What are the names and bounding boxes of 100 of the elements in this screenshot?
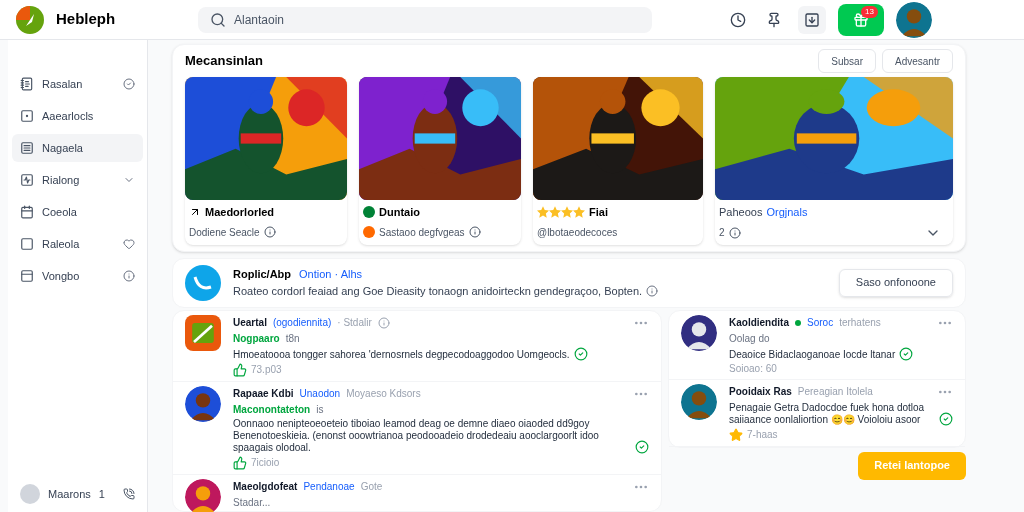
author-name: Rapaae Kdbi <box>233 387 294 400</box>
game-title: Duntaio <box>379 205 420 220</box>
game-link[interactable]: Orgjnals <box>766 204 808 221</box>
sidebar-item[interactable]: Raleola <box>12 230 143 258</box>
post-text: Deaoice Bidaclaoganoae Iocde ltanar <box>729 348 896 361</box>
page-icon <box>20 237 34 251</box>
avatar-icon <box>681 314 717 351</box>
post-meta: Pereagian Itolela <box>797 385 873 398</box>
sidebar-item[interactable]: Vongbo <box>12 262 143 290</box>
star-icon <box>573 206 585 219</box>
filter-button[interactable]: Subsar <box>818 49 876 73</box>
post-meta: · Stdalir <box>337 316 372 329</box>
game-icon <box>363 226 375 238</box>
sidebar-item[interactable]: Rialong <box>12 166 143 194</box>
page-icon <box>20 173 34 187</box>
like-icon[interactable] <box>233 455 247 470</box>
logo-icon <box>16 5 44 34</box>
page-icon <box>20 269 34 283</box>
promo-button[interactable]: Saso onfonoone <box>838 268 953 297</box>
gift-button[interactable]: 13 <box>838 3 884 36</box>
heart-icon <box>123 238 135 250</box>
verified-icon <box>573 346 588 361</box>
app-title: Hebleph <box>56 9 117 30</box>
page-icon <box>20 141 34 155</box>
page-icon <box>20 109 34 123</box>
star-icon <box>729 427 743 442</box>
clock-icon[interactable] <box>730 11 746 28</box>
inbox-button[interactable] <box>798 5 826 34</box>
call-icon[interactable] <box>123 488 135 500</box>
game-subtitle: @lbotaeodecoces <box>537 225 618 240</box>
post-subtitle: Stadar... <box>233 496 271 509</box>
verified-icon <box>939 411 953 426</box>
post-meta: terhatens <box>839 316 881 329</box>
post-subtitle: t8n <box>285 332 300 345</box>
author-link[interactable]: Soroc <box>807 316 834 329</box>
author-link[interactable]: Unaodon <box>299 387 341 400</box>
search-icon <box>210 11 226 28</box>
info-icon <box>728 226 741 239</box>
sidebar-item[interactable]: Aaearlocls <box>12 102 143 130</box>
post-meta: Moyaeso Kdsors <box>346 387 421 400</box>
author-link[interactable]: (ogodiennita) <box>272 316 332 329</box>
info-icon <box>646 284 659 297</box>
author-link[interactable]: Pendanoae <box>303 480 355 493</box>
game-subtitle: Dodiene Seacle <box>189 225 260 240</box>
reaction-count: 7icioio <box>251 456 280 469</box>
avatar-icon <box>20 484 40 504</box>
post-text: Hmoeatoooa tongger sahorea 'dernosrnels degpecodoaggodoo Uomgeocls. <box>233 348 570 361</box>
inbox-icon <box>804 11 820 28</box>
author-name: Kaoldiendita <box>729 316 789 329</box>
user-mark: 1 <box>98 486 105 502</box>
pin-icon[interactable] <box>766 11 782 28</box>
game-subtitle: Sastaoo degfvgeas <box>379 225 465 240</box>
page-icon <box>20 77 34 91</box>
info-icon <box>263 226 276 238</box>
like-icon[interactable] <box>233 362 247 377</box>
post-text: Penagaie Getra Dadocdoe fuek hona dotloa saiiaance oonlaliortion 😊😊 Voioloiu asoor <box>729 401 926 426</box>
verified-icon <box>635 439 649 454</box>
post-text: Oonnaoo nenipteoeoeteio tiboiao leamod deag oe demne diaeo oiaoded dd9goy Benenotoeskieia. (enonst ooowtrianoa peodooadeio drodedeaiu aooclargoorlt idoo spaagais olodoal. <box>233 417 600 454</box>
star-icon <box>561 206 573 219</box>
post-meta: Gote <box>360 480 383 493</box>
verified-icon <box>899 346 914 361</box>
sidebar-item[interactable]: Rasalan <box>12 70 143 98</box>
game-title: Paheoos <box>719 205 763 220</box>
page-icon <box>20 205 34 219</box>
sidebar-item[interactable]: Nagaela <box>12 134 143 162</box>
reaction-count: Soioao: 60 <box>729 362 777 375</box>
app-icon <box>185 314 221 351</box>
info-icon <box>123 270 135 282</box>
app-icon <box>185 264 221 301</box>
reaction-count: 7-haas <box>747 428 778 441</box>
check-icon <box>123 78 135 90</box>
filter-button[interactable]: Advesantr <box>881 49 953 73</box>
author-name: Ueartal <box>233 316 267 329</box>
promo-title: Roplic/Abp <box>233 267 292 282</box>
author-name: Pooidaix Ras <box>729 385 792 398</box>
avatar-icon <box>681 383 717 420</box>
star-icon <box>537 206 549 219</box>
game-card[interactable]: Duntaio Sastaoo degfvgeas <box>359 77 521 245</box>
notification-badge: 13 <box>861 5 878 18</box>
post-subtitle: is <box>316 403 324 416</box>
post-subtitle: Oolag do <box>729 332 770 345</box>
sidebar-item[interactable]: Coeola <box>12 198 143 226</box>
user-name: Maarons <box>48 486 91 502</box>
game-subtitle: 2 <box>719 226 725 240</box>
info-icon <box>468 226 481 238</box>
game-title: Fiai <box>589 205 608 220</box>
avatar-icon <box>185 478 221 512</box>
game-card[interactable]: Maedorlorled Dodiene Seacle <box>185 77 347 245</box>
game-card[interactable]: Fiai @lbotaeodecoces <box>533 77 703 245</box>
reaction-count: 73.p03 <box>251 363 282 376</box>
status-label: Nogpaaro <box>233 332 280 345</box>
info-icon <box>377 316 390 329</box>
game-card[interactable]: Paheoos Orgjnals 2 <box>715 77 953 245</box>
promo-text: Roateo cordorl feaiad ang Goe Dieasity tonaogn anidoirteckn gendegraçoo, Bopten. <box>233 283 643 299</box>
author-name: Maeolgdofeat <box>233 480 298 493</box>
section-title: Mecansinlan <box>185 52 264 71</box>
game-icon <box>363 206 375 219</box>
search-field[interactable]: Alantaoin <box>198 6 652 33</box>
promo-link[interactable]: Ontion · Alhs <box>299 266 363 283</box>
game-title: Maedorlorled <box>205 205 275 220</box>
